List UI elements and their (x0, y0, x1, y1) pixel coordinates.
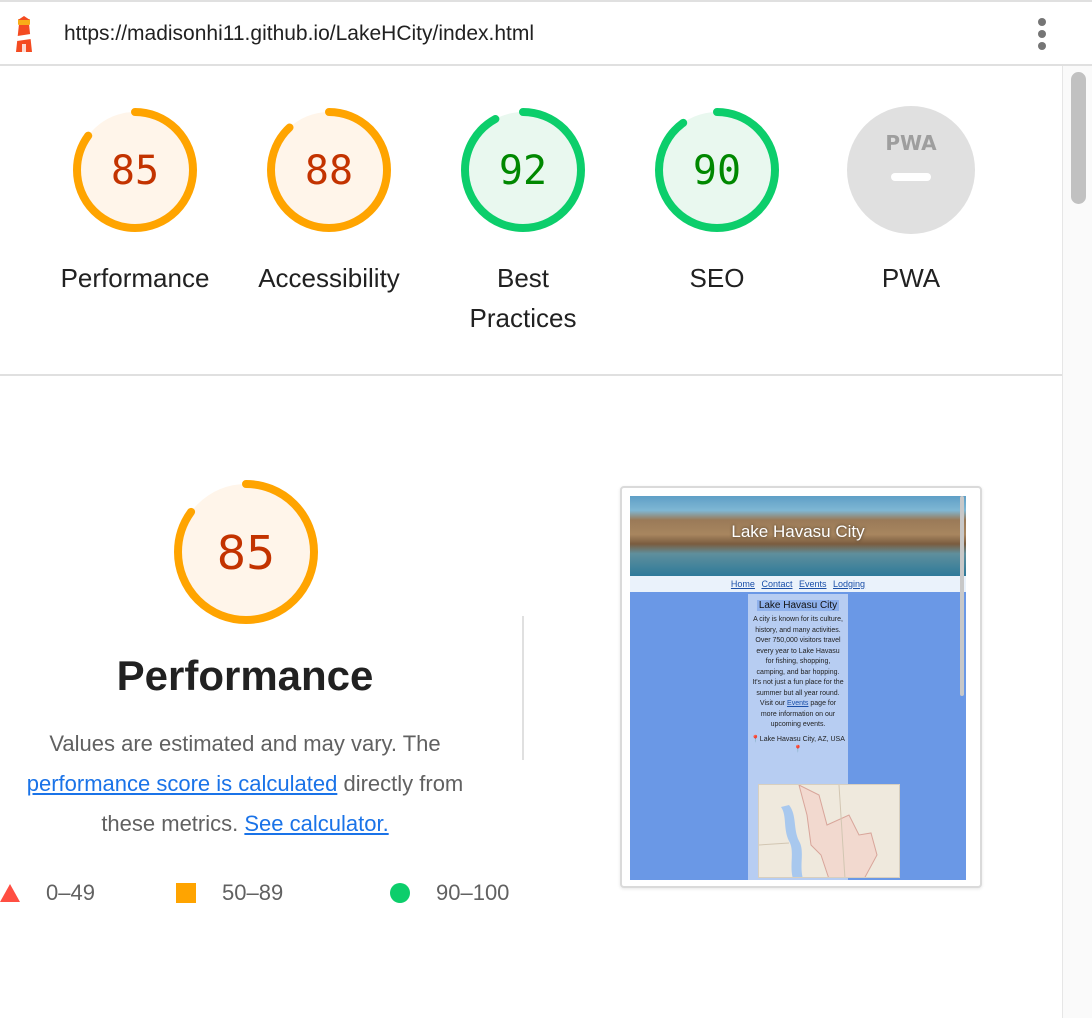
performance-title: Performance (116, 652, 374, 699)
circle-icon (390, 883, 410, 903)
gauge-performance[interactable]: 85 Performance (45, 104, 225, 298)
thumb-hero-image: Lake Havasu City (630, 496, 966, 576)
performance-large-gauge: 85 (174, 480, 318, 624)
thumb-nav-lodging: Lodging (833, 579, 866, 589)
thumb-nav-events: Events (799, 579, 827, 589)
map-icon (759, 785, 899, 877)
thumb-nav: Home Contact Events Lodging (630, 576, 966, 592)
gauge-seo-label: SEO (689, 263, 745, 293)
kebab-menu-icon[interactable] (1030, 16, 1054, 54)
thumb-location: 📍Lake Havasu City, AZ, USA📍 (751, 735, 845, 753)
thumb-paragraph: A city is known for its culture, history… (748, 613, 848, 731)
desc-text-1: Values are estimated and may vary. The (49, 731, 441, 756)
gauge-best-practices-ring: 92 (461, 108, 585, 232)
desc-text-2: directly from (343, 771, 464, 796)
thumb-nav-contact: Contact (761, 579, 793, 589)
thumb-para-text: A city is known for its culture, history… (752, 616, 844, 707)
thumb-heading: Lake Havasu City (756, 600, 840, 611)
scrollbar-thumb[interactable] (1071, 72, 1086, 204)
page-url: https://madisonhi11.github.io/LakeHCity/… (64, 22, 535, 45)
square-icon (176, 883, 196, 903)
screenshot-content: Lake Havasu City Home Contact Events Lod… (630, 496, 966, 880)
gauge-performance-ring: 85 (73, 108, 197, 232)
gauge-best-practices-label: Best Practices (433, 258, 613, 338)
section-divider (522, 616, 524, 760)
gauge-performance-score: 85 (111, 148, 159, 194)
gauge-accessibility-label: Accessibility (258, 263, 400, 293)
pwa-badge-text: PWA (885, 131, 937, 155)
legend-fail-range: 0–49 (46, 880, 95, 905)
final-screenshot[interactable]: Lake Havasu City Home Contact Events Lod… (620, 486, 982, 888)
gauge-seo-ring: 90 (655, 108, 779, 232)
thumb-hero-title: Lake Havasu City (731, 522, 865, 541)
gauge-pwa-label: PWA (881, 263, 941, 293)
gauge-performance-label: Performance (60, 263, 210, 293)
legend-pass-range: 90–100 (436, 880, 510, 905)
gauge-best-practices-label-line1: Best (496, 263, 550, 293)
pwa-badge-icon: PWA (847, 106, 975, 234)
thumb-events-link: Events (787, 700, 809, 707)
triangle-icon (0, 884, 20, 902)
performance-large-score: 85 (217, 526, 276, 580)
gauge-seo[interactable]: 90 SEO (627, 104, 807, 298)
thumb-nav-home: Home (730, 579, 755, 589)
desc-text-3: these metrics. (101, 811, 239, 836)
gauge-accessibility-ring: 88 (267, 108, 391, 232)
legend-average-range: 50–89 (222, 880, 284, 905)
legend-pass: 90–100 (390, 878, 509, 908)
gauge-best-practices-score: 92 (499, 148, 547, 194)
gauge-seo-score: 90 (693, 148, 741, 194)
thumb-body: Lake Havasu City A city is known for its… (630, 592, 966, 880)
see-calculator-link[interactable]: See calculator. (244, 811, 388, 836)
performance-description: Values are estimated and may vary. The p… (0, 724, 490, 844)
gauge-accessibility-score: 88 (305, 148, 353, 194)
page-scrollbar[interactable] (1062, 66, 1092, 1018)
legend-average: 50–89 (176, 878, 283, 908)
gauge-best-practices-label-line2: Practices (469, 303, 577, 333)
lighthouse-icon (16, 16, 32, 52)
gauge-accessibility[interactable]: 88 Accessibility (239, 104, 419, 298)
thumb-map (758, 784, 900, 878)
score-calculated-link[interactable]: performance score is calculated (27, 771, 338, 796)
url-bar: https://madisonhi11.github.io/LakeHCity/… (0, 0, 1092, 66)
legend-fail: 0–49 (0, 878, 95, 908)
score-gauges: 85 Performance 88 Accessibility 92 Best … (0, 66, 1062, 376)
thumb-scrollbar (960, 496, 964, 696)
gauge-pwa[interactable]: PWA PWA (821, 104, 1001, 298)
gauge-best-practices[interactable]: 92 Best Practices (433, 104, 613, 338)
